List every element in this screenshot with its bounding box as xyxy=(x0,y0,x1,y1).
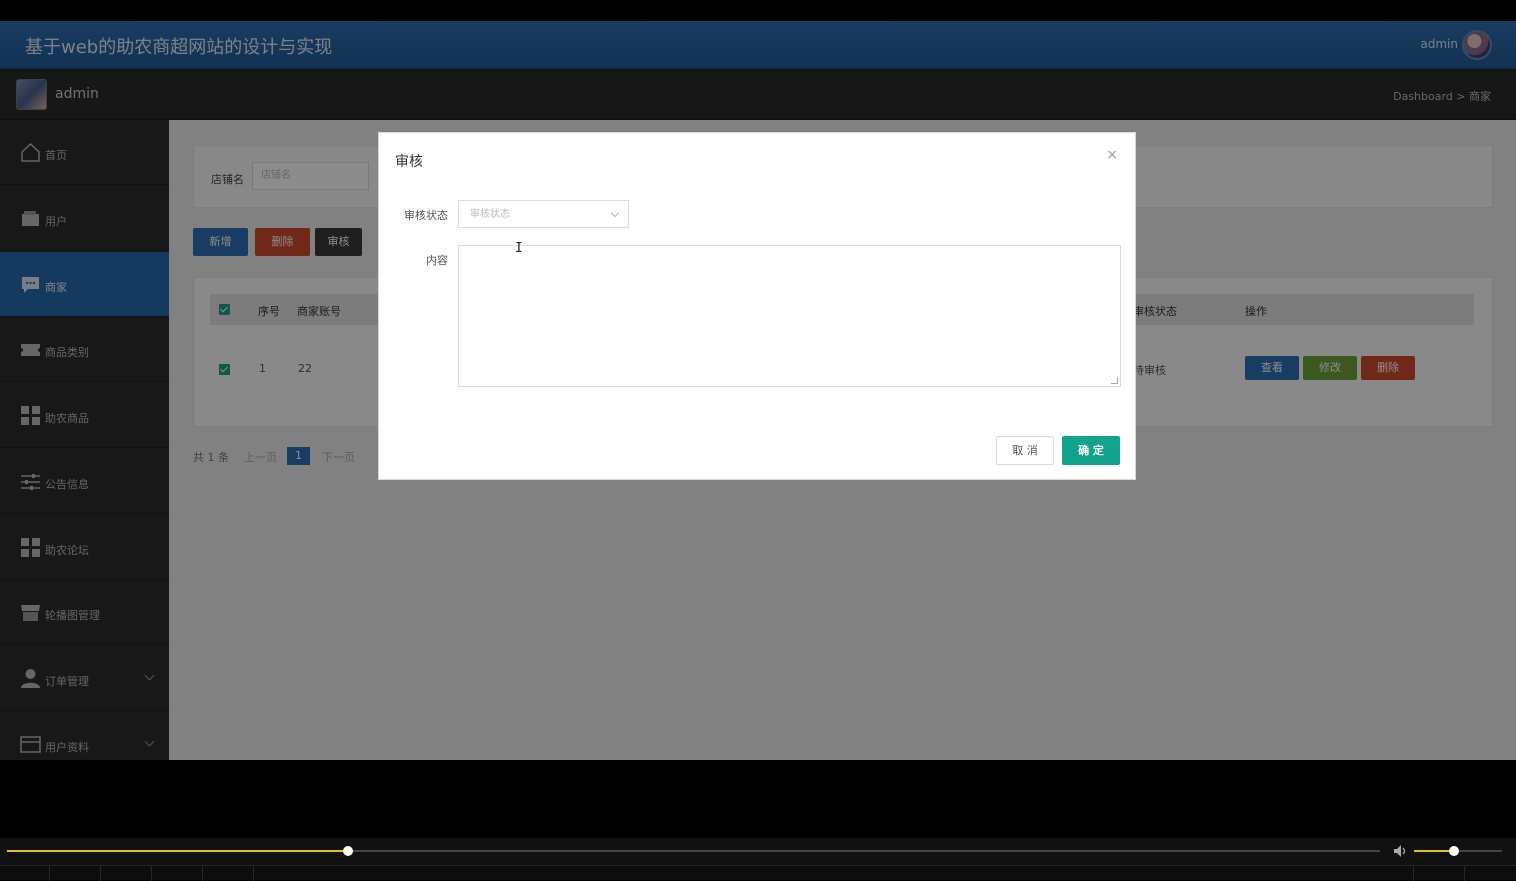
content-label: 内容 xyxy=(426,254,448,267)
screen: 基于web的助农商超网站的设计与实现 admin admin Dashboard… xyxy=(0,0,1516,881)
progress-fill xyxy=(7,850,348,852)
volume-icon[interactable] xyxy=(1392,843,1408,859)
bottom-divider xyxy=(49,866,50,881)
status-select[interactable]: 审核状态 xyxy=(458,200,629,228)
status-label: 审核状态 xyxy=(404,209,448,222)
bottom-divider xyxy=(100,866,101,881)
progress-bar[interactable] xyxy=(7,846,1380,856)
bottom-divider xyxy=(1464,866,1465,881)
status-select-placeholder: 审核状态 xyxy=(470,209,510,220)
volume-slider[interactable] xyxy=(1414,846,1502,856)
text-cursor-icon: I xyxy=(515,241,523,256)
close-icon[interactable]: × xyxy=(1106,147,1118,163)
progress-handle[interactable] xyxy=(342,846,353,856)
player-bottom-bar xyxy=(0,865,1516,881)
confirm-button[interactable]: 确 定 xyxy=(1062,436,1120,465)
dialog-title: 审核 xyxy=(395,154,423,170)
resize-handle[interactable] xyxy=(1111,377,1118,384)
app-window: 基于web的助农商超网站的设计与实现 admin admin Dashboard… xyxy=(0,21,1516,760)
bottom-divider xyxy=(202,866,203,881)
content-textarea[interactable] xyxy=(458,245,1121,387)
bottom-divider xyxy=(1413,866,1414,881)
bottom-divider xyxy=(151,866,152,881)
chevron-down-icon xyxy=(610,208,620,218)
bottom-divider xyxy=(253,866,254,881)
audit-dialog: 审核 × 审核状态 审核状态 内容 I 取 消 确 定 xyxy=(378,132,1136,480)
volume-fill xyxy=(1414,850,1454,852)
volume-handle[interactable] xyxy=(1448,846,1459,856)
cancel-button[interactable]: 取 消 xyxy=(996,436,1054,465)
video-player-controls xyxy=(0,838,1516,881)
